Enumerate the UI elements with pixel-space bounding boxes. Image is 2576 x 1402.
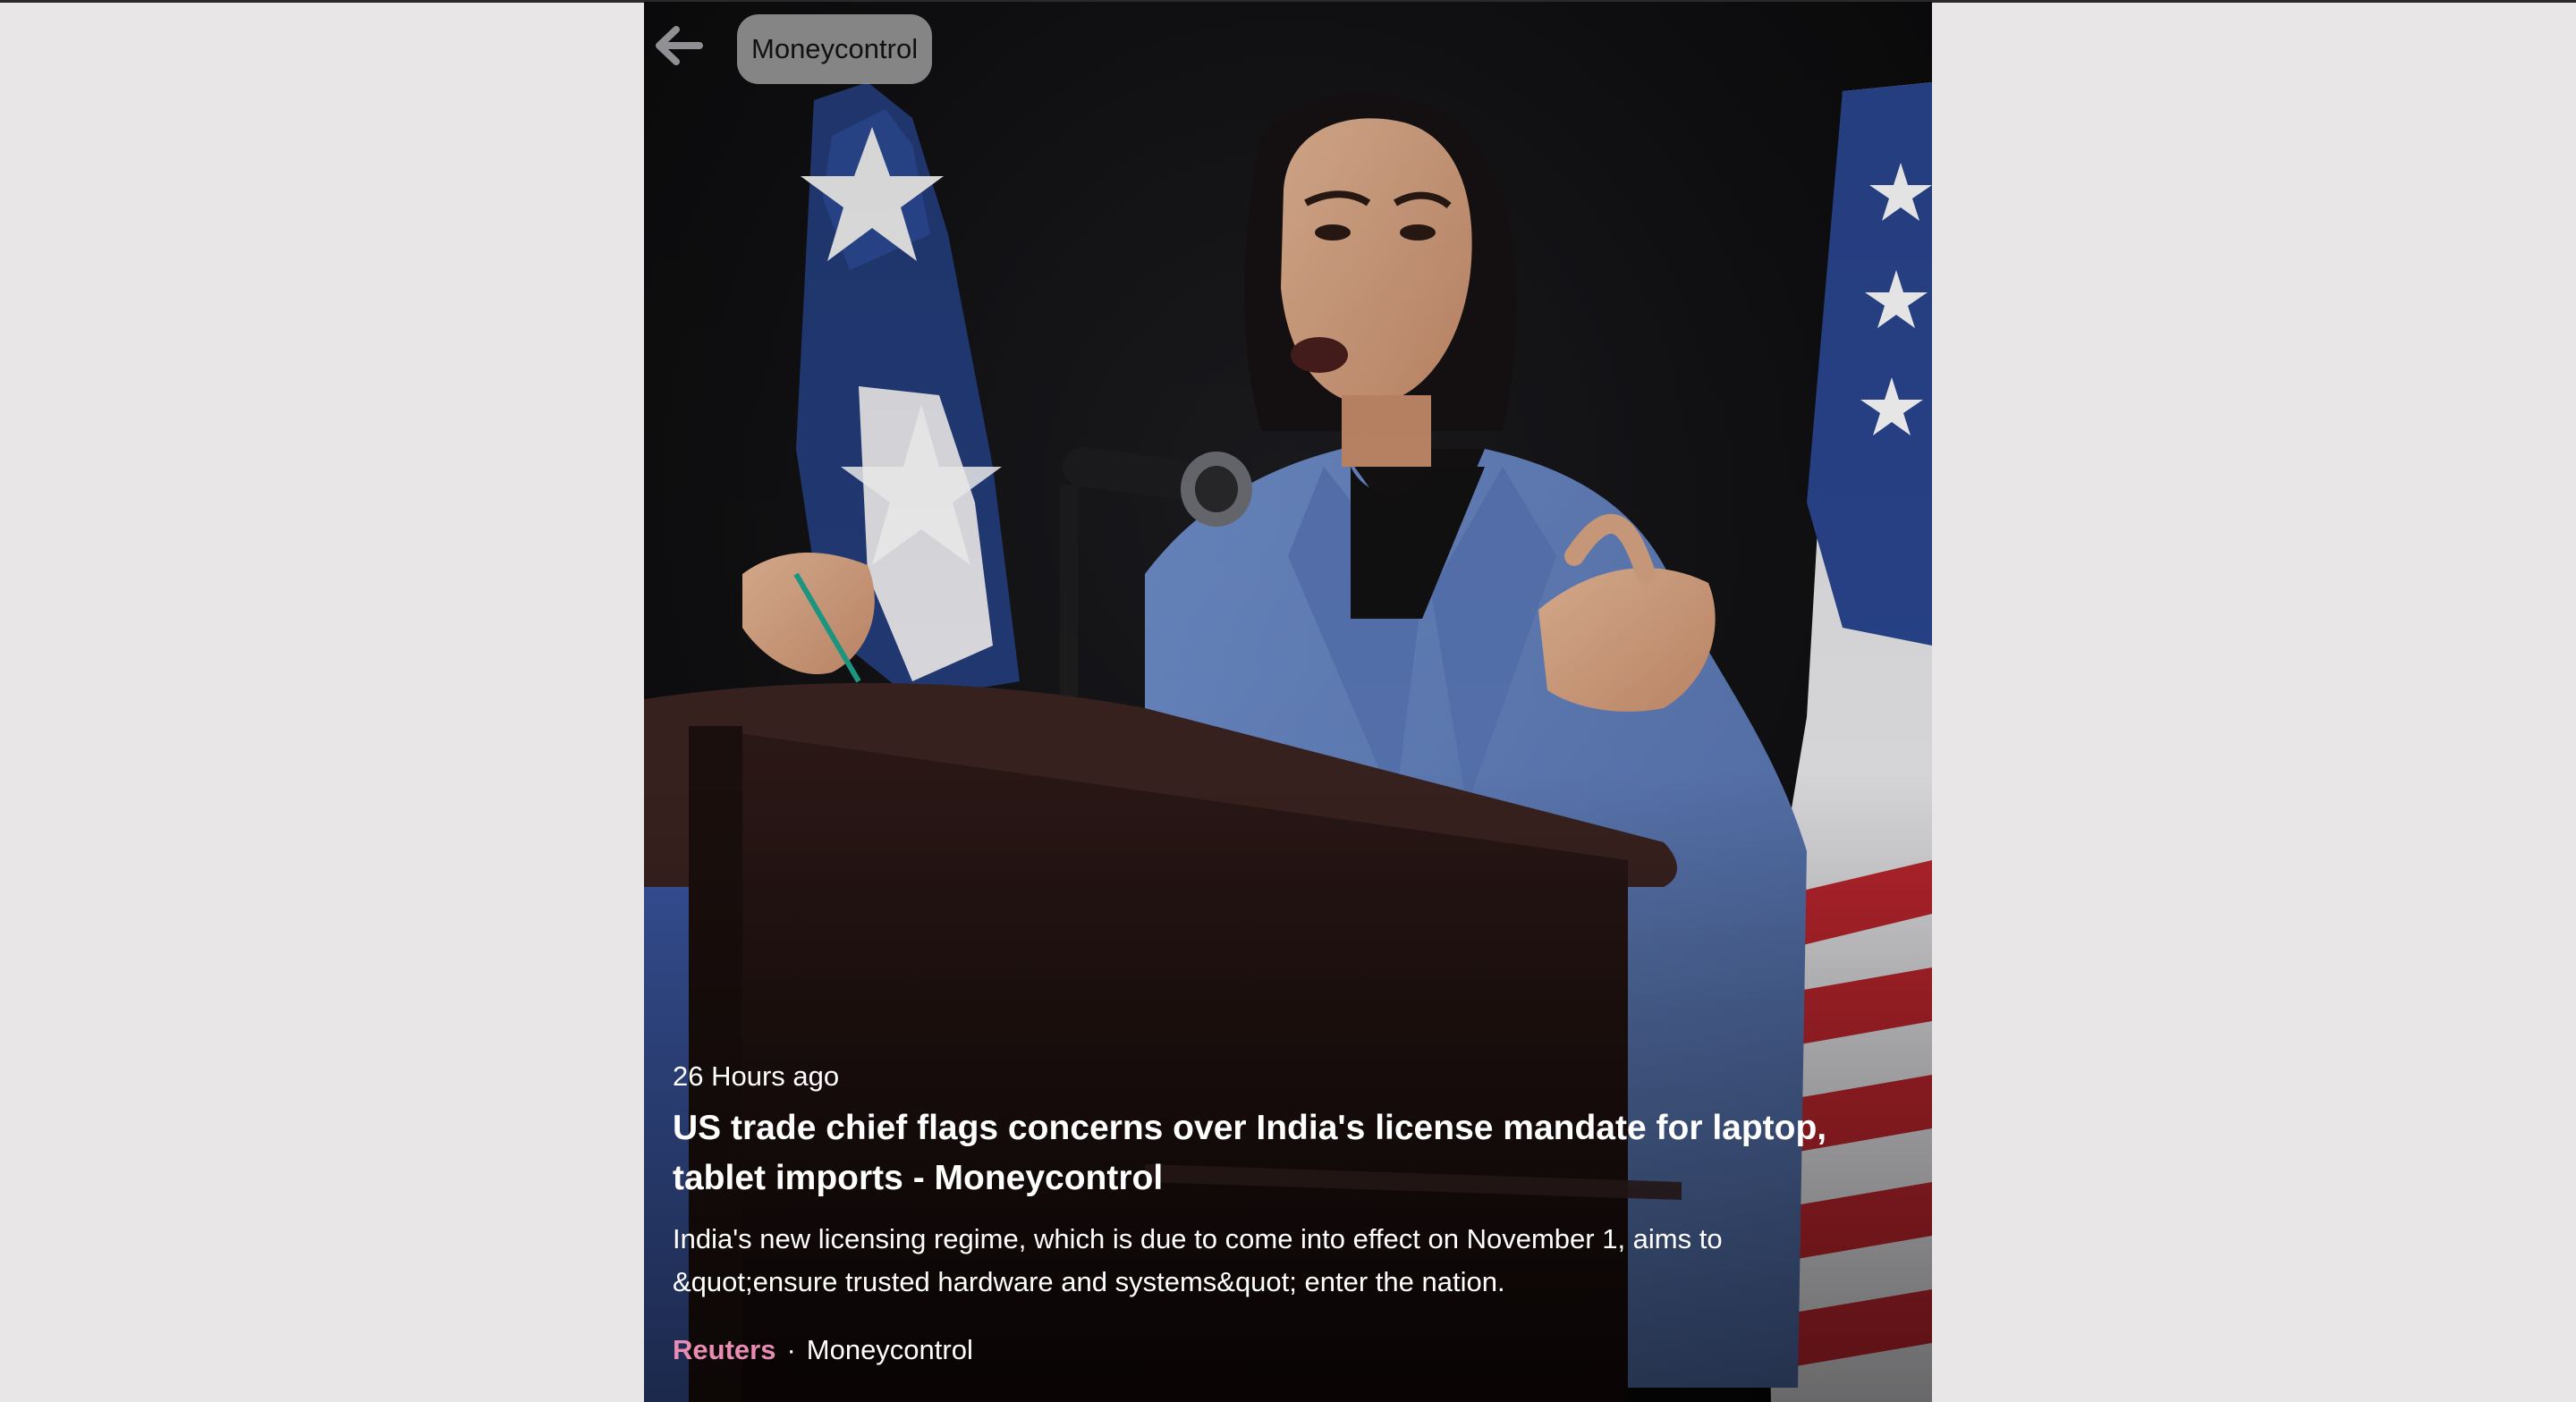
article-headline[interactable]: US trade chief flags concerns over India…	[673, 1103, 1889, 1204]
story-top-bar: Moneycontrol	[644, 2, 1932, 100]
article-caption: 26 Hours ago US trade chief flags concer…	[673, 1057, 1889, 1370]
article-summary: India's new licensing regime, which is d…	[673, 1223, 1723, 1297]
back-button[interactable]	[651, 20, 705, 75]
article-publisher[interactable]: Moneycontrol	[807, 1334, 973, 1365]
story-viewer[interactable]: X	[644, 2, 1932, 1402]
article-byline: Reuters · Moneycontrol	[673, 1330, 1889, 1370]
source-pill[interactable]: Moneycontrol	[737, 14, 933, 84]
article-author[interactable]: Reuters	[673, 1334, 775, 1365]
article-timestamp: 26 Hours ago	[673, 1060, 840, 1092]
byline-separator: ·	[786, 1334, 796, 1365]
arrow-left-icon	[653, 23, 703, 72]
